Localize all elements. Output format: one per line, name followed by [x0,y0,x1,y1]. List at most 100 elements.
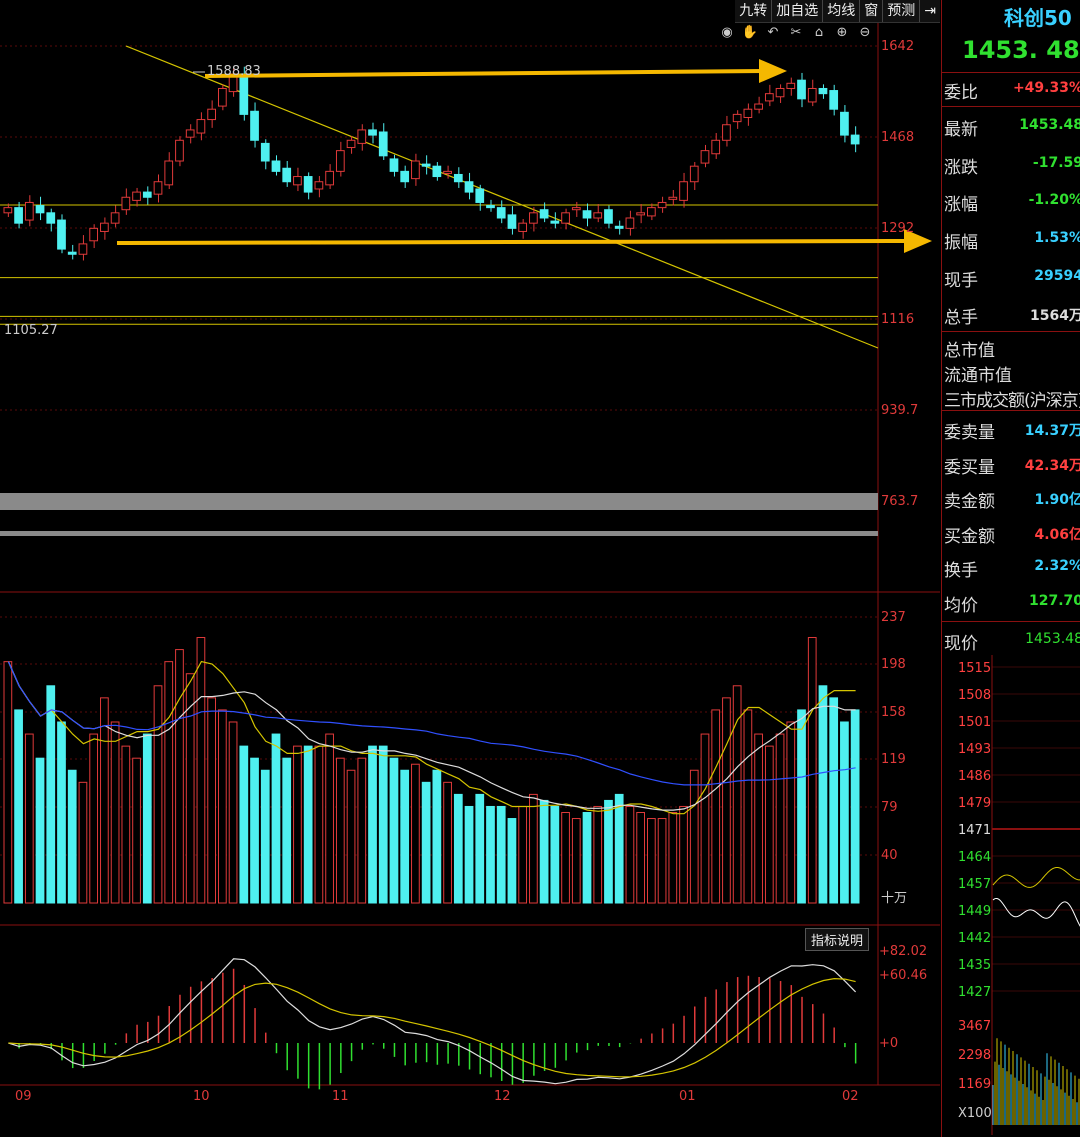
scissors-icon[interactable]: ✂ [787,25,805,40]
candle-body [679,181,688,201]
volume-bar [411,763,420,904]
window-button[interactable]: 窗 [859,0,882,22]
volume-bar [647,818,656,904]
volume-bar [24,733,34,904]
candle-body [89,227,99,242]
volume-bar [689,769,699,904]
volume-bar [207,697,216,904]
volume-bar [797,709,806,904]
candle-body [529,212,538,224]
quote-label: 现价 [944,634,978,654]
volume-bar [786,721,796,904]
low-annotation: 1105.27 [4,323,58,338]
quote-row: 委买量 42.34万 [942,449,1080,479]
candle-body [689,165,699,183]
quote-label: 换手 [944,561,978,581]
quote-value: 1453.48 [1025,631,1080,647]
quote-value: 2.32% [1034,558,1080,574]
grey-band [0,531,878,536]
quote-row: 均价 127.70 [942,587,1080,617]
macd-dea-line [8,977,856,1078]
time-tick: 10 [193,1089,210,1104]
candle-body [378,131,388,157]
quote-label: 涨跌 [944,158,978,178]
volume-bar [561,811,570,904]
candle-body [571,207,581,211]
candle-body [818,87,828,95]
quote-row: 涨幅 -1.20% [942,186,1080,216]
volume-bar [389,757,399,904]
kline-chart-area[interactable] [0,0,940,1137]
zoom-in-icon[interactable]: ⊕ [833,25,851,40]
volume-bar [78,781,88,904]
kline-svg[interactable] [0,0,940,1137]
lock-icon[interactable]: ⌂ [810,25,828,40]
candle-body [614,225,624,229]
volume-bar [700,733,710,904]
now-price-row: 现价 1453.48 [942,625,1080,655]
volume-bar [475,793,485,904]
mini-price-tick: 1515 [958,661,991,676]
volume-bar [593,805,603,904]
volume-bar [218,709,227,904]
quote-value: +49.33% [1012,80,1080,96]
quote-row: 三市成交额(沪深京) [942,382,1080,411]
volume-bar [754,733,763,904]
volume-tick: 40 [881,848,898,863]
volume-bar [57,721,66,904]
volume-bar [357,757,367,904]
hand-icon[interactable]: ✋ [741,25,759,40]
quote-label: 委比 [944,83,978,103]
candle-body [175,139,184,162]
price-tick: 1292 [881,221,915,236]
undo-icon[interactable]: ↶ [764,25,782,40]
time-tick: 02 [842,1089,859,1104]
chart-tool-icons: ◉ ✋ ↶ ✂ ⌂ ⊕ ⊖ [718,25,874,40]
indicator-tick: +82.02 [879,944,928,959]
index-title: 科创50 [1004,6,1072,30]
indicator-explain-button[interactable]: 指标说明 [805,928,870,951]
volume-bar [539,799,549,904]
divider [942,72,1080,73]
divider [942,106,1080,107]
candle-body [550,220,560,224]
mini-price-tick: 1486 [958,769,991,784]
volume-bar [850,709,860,904]
candle-body [754,103,763,110]
volume-tick: 198 [881,657,906,672]
mini-price-tick: 1493 [958,742,991,757]
candle-body [421,163,431,167]
pin-icon[interactable]: ⇥ [919,0,940,22]
candle-body [539,209,549,219]
indicator-tick: +60.46 [879,968,928,983]
quote-row: 现手 29594 [942,262,1080,292]
volume-bar [400,769,410,904]
candle-body [346,139,356,149]
candle-body [121,196,131,211]
volume-bar [196,637,206,904]
candle-body [625,217,635,229]
forecast-button[interactable]: 预测 [882,0,919,22]
candle-body [797,79,806,100]
candle-body [475,188,485,203]
mini-price-tick: 1442 [958,931,991,946]
quote-row: 总市值 [942,332,1080,361]
price-tick: 1116 [881,312,915,327]
nine-turn-button[interactable]: 九转 [735,0,771,22]
intraday-mini-chart[interactable]: 1515 1508 1501 1493 1486 1479 1471 1464 1457 1449… [942,655,1080,1135]
add-watchlist-button[interactable]: 加自选 [771,0,822,22]
volume-bar [614,793,624,904]
quote-label: 三市成交额(沪深京) [944,391,1080,411]
high-annotation: 1588.83 [207,64,261,79]
eye-icon[interactable]: ◉ [718,25,736,40]
candle-body [400,170,410,183]
volume-bar [67,769,77,904]
volume-bar [711,709,721,904]
quote-label: 涨幅 [944,195,978,215]
ma-line-button[interactable]: 均线 [822,0,859,22]
volume-bar [486,805,495,904]
zoom-out-icon[interactable]: ⊖ [856,25,874,40]
volume-bar [840,721,849,904]
mini-volume-tick: X100 [958,1106,992,1121]
quote-label: 买金额 [944,527,995,547]
